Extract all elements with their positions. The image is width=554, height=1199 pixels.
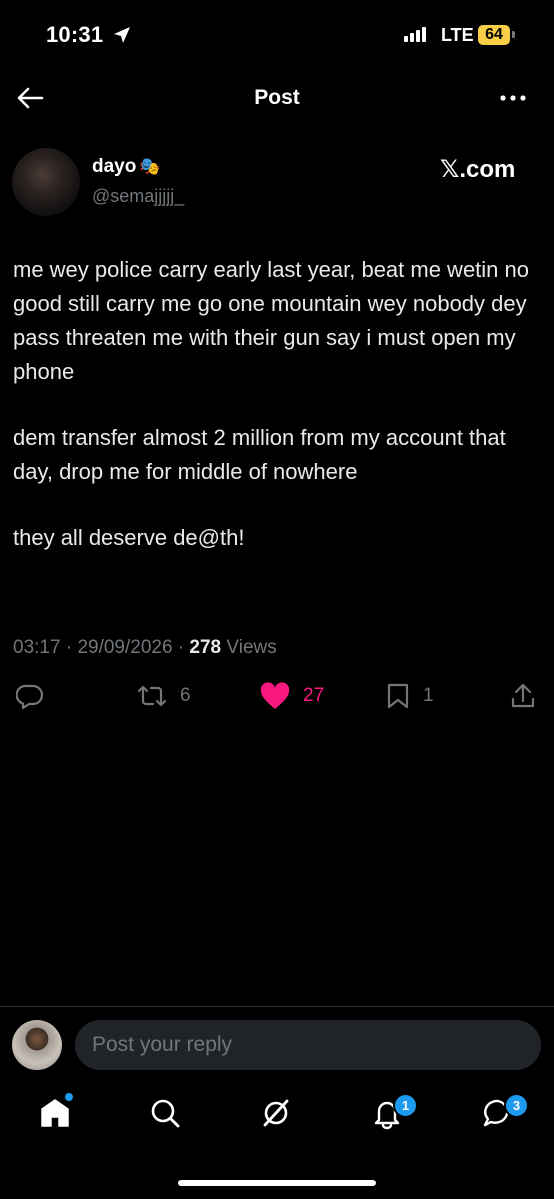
author-name-row[interactable]: dayo 🎭 xyxy=(92,156,161,178)
status-time: 10:31 xyxy=(46,22,104,47)
comment-icon xyxy=(16,684,44,710)
network-type: LTE xyxy=(441,25,474,45)
location-arrow-icon xyxy=(114,27,130,43)
source-label: 𝕏.com xyxy=(440,156,516,183)
home-indicator xyxy=(178,1180,376,1186)
post-date: 29/09/2026 xyxy=(77,637,173,658)
bookmark-count: 1 xyxy=(423,685,434,706)
like-button[interactable]: 27 xyxy=(259,682,324,710)
views-count: 278 xyxy=(189,637,222,658)
repost-button[interactable]: 6 xyxy=(136,682,191,710)
signal-strength-icon xyxy=(404,27,426,42)
grok-icon[interactable] xyxy=(259,1096,293,1130)
repost-count: 6 xyxy=(180,685,191,706)
author-avatar[interactable] xyxy=(12,148,80,216)
post-meta: 03:17 · 29/09/2026 · 278 Views xyxy=(13,637,277,658)
battery-tip xyxy=(512,31,515,38)
home-icon[interactable] xyxy=(38,1096,72,1130)
share-button[interactable] xyxy=(510,682,536,710)
repost-icon xyxy=(137,685,167,707)
reply-input[interactable] xyxy=(75,1020,541,1070)
more-options-icon[interactable] xyxy=(498,88,528,108)
author-handle[interactable]: @semajjjjj_ xyxy=(92,186,184,207)
search-icon[interactable] xyxy=(148,1096,182,1130)
heart-icon xyxy=(260,682,290,709)
notifications-badge: 1 xyxy=(393,1093,418,1118)
author-name: dayo xyxy=(92,156,137,177)
author-name-emoji: 🎭 xyxy=(139,157,161,176)
page-title: Post xyxy=(254,86,300,109)
views-label: Views xyxy=(226,637,277,658)
divider xyxy=(0,1006,554,1007)
battery-level: 64 xyxy=(478,25,510,45)
user-avatar[interactable] xyxy=(12,1020,62,1070)
reply-button[interactable] xyxy=(16,682,44,710)
home-new-dot xyxy=(65,1093,73,1101)
post-time: 03:17 xyxy=(13,637,61,658)
post-paragraph: they all deserve de@th! xyxy=(13,525,245,550)
bookmark-button[interactable]: 1 xyxy=(385,682,434,710)
share-icon xyxy=(511,683,535,708)
bookmark-icon xyxy=(387,683,409,709)
post-paragraph: me wey police carry early last year, bea… xyxy=(13,257,530,384)
like-count: 27 xyxy=(303,685,325,706)
post-paragraph: dem transfer almost 2 million from my ac… xyxy=(13,425,506,484)
post-text: me wey police carry early last year, bea… xyxy=(13,253,533,587)
messages-badge: 3 xyxy=(504,1093,529,1118)
